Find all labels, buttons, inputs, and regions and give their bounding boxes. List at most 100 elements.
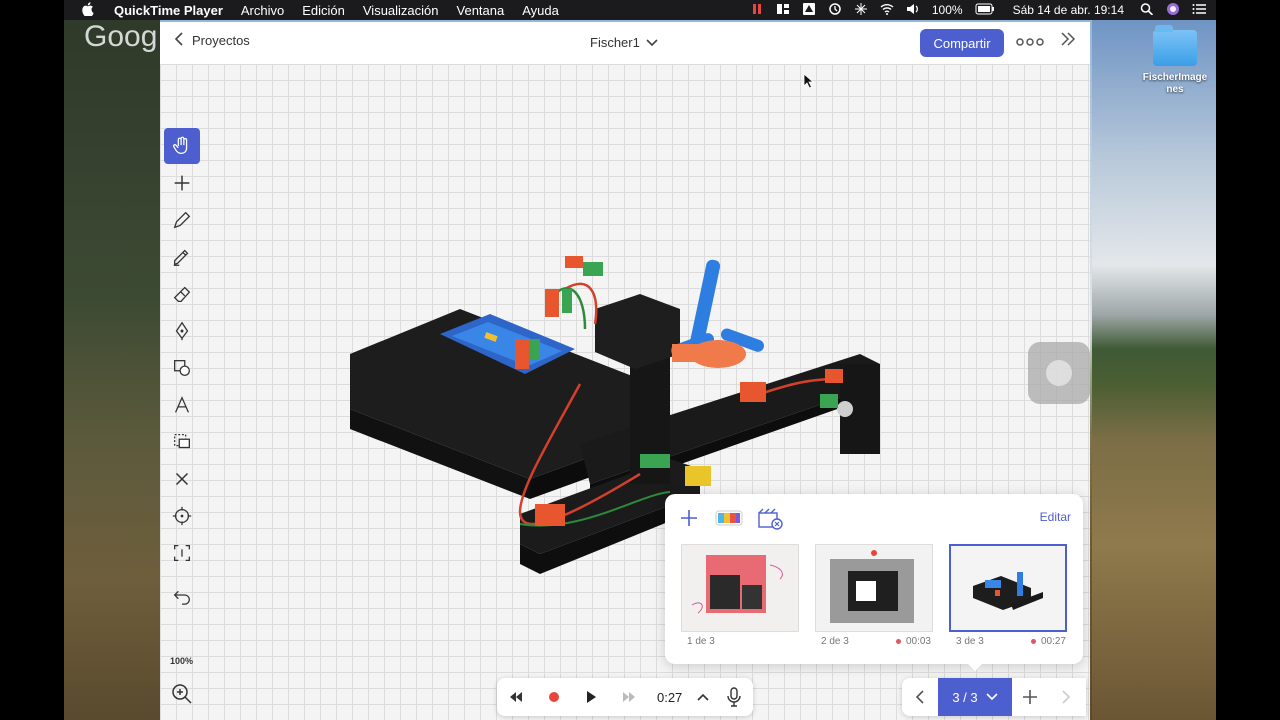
menu-ventana[interactable]: Ventana [457, 3, 505, 18]
share-button[interactable]: Compartir [920, 29, 1004, 57]
fast-forward-icon [622, 692, 635, 702]
video-background-left [64, 20, 160, 720]
menu-visualizacion[interactable]: Visualización [363, 3, 439, 18]
fast-forward-button[interactable] [610, 678, 648, 716]
battery-icon[interactable] [975, 3, 995, 18]
clock[interactable]: Sáb 14 de abr. 19:14 [1013, 3, 1124, 17]
spotlight-search-icon[interactable] [1140, 2, 1154, 18]
slide-preview-1 [682, 545, 798, 631]
hand-tool[interactable] [164, 128, 200, 164]
shapes-icon [174, 360, 190, 376]
record-button[interactable] [535, 678, 573, 716]
play-icon [587, 691, 597, 703]
back-button[interactable]: Proyectos [174, 32, 250, 49]
menu-ayuda[interactable]: Ayuda [522, 3, 559, 18]
previous-page-button[interactable] [902, 678, 938, 716]
play-button[interactable] [572, 678, 610, 716]
folder-icon [1153, 25, 1197, 66]
laser-pointer-tool[interactable] [164, 498, 200, 534]
video-background-right [1092, 20, 1216, 720]
add-tool[interactable] [164, 165, 200, 201]
volume-icon[interactable] [906, 3, 920, 18]
select-copy-icon [174, 434, 190, 449]
back-label: Proyectos [192, 33, 250, 48]
shapes-tool[interactable] [164, 350, 200, 386]
undo-icon [173, 590, 190, 605]
slide-label-3: 3 de 3 00:27 [956, 636, 1066, 647]
selection-icon [174, 545, 190, 561]
notification-center-icon[interactable] [1192, 3, 1206, 18]
delete-tool[interactable] [164, 461, 200, 497]
text-tool[interactable] [164, 387, 200, 423]
watermark: Goog [84, 20, 158, 53]
more-options-icon[interactable] [1016, 34, 1044, 50]
eraser-icon [173, 286, 191, 302]
menu-archivo[interactable]: Archivo [241, 3, 284, 18]
rewind-button[interactable] [497, 678, 535, 716]
document-title-menu[interactable]: Fischer1 [590, 35, 658, 50]
hand-icon [173, 136, 188, 154]
wifi-icon[interactable] [880, 3, 894, 18]
slide-settings-button[interactable] [757, 508, 783, 530]
edit-slides-link[interactable]: Editar [1040, 510, 1071, 524]
undo-tool[interactable] [164, 577, 200, 613]
plus-icon [174, 175, 190, 191]
marker-tool[interactable] [164, 239, 200, 275]
slide-thumbnail-1[interactable] [681, 544, 799, 632]
add-page-button[interactable] [1012, 678, 1048, 716]
chevron-left-icon [174, 32, 184, 49]
plus-icon [1023, 690, 1037, 704]
slide-label-1: 1 de 3 [687, 636, 715, 647]
mouse-cursor-icon [803, 73, 815, 94]
recording-dot-icon [895, 639, 901, 644]
eraser-tool[interactable] [164, 276, 200, 312]
folder-label: FischerImagenes [1142, 72, 1208, 95]
apple-menu-icon[interactable] [82, 1, 94, 19]
tool-sidebar [164, 128, 202, 614]
color-palette-icon [715, 510, 743, 526]
pencil-icon [173, 211, 191, 229]
playback-time: 0:27 [656, 689, 683, 705]
menu-edicion[interactable]: Edición [302, 3, 345, 18]
zoom-button[interactable] [170, 682, 196, 708]
slide-number: 2 de 3 [821, 636, 849, 647]
time-machine-icon[interactable] [828, 2, 842, 18]
add-slide-button[interactable] [679, 508, 703, 528]
close-icon [175, 472, 189, 486]
floating-action-button[interactable] [1028, 342, 1090, 404]
battery-level: 100% [931, 3, 963, 17]
app-window: Proyectos Fischer1 Compartir 100% Editar… [160, 22, 1090, 720]
document-title: Fischer1 [590, 35, 640, 50]
recording-icon[interactable] [750, 3, 764, 18]
next-page-button[interactable] [1048, 678, 1084, 716]
select-copy-tool[interactable] [164, 424, 200, 460]
drive-icon[interactable] [802, 2, 816, 18]
background-color-button[interactable] [715, 508, 743, 528]
screen: Goog QuickTime Player Archivo Edición Vi… [0, 0, 1280, 720]
microphone-icon [727, 687, 741, 707]
desktop-folder[interactable]: FischerImagenes [1140, 25, 1210, 96]
chevron-left-icon [915, 690, 924, 704]
slides-panel: Editar 1 de 3 2 de 3 00:03 3 de 3 00:27 [665, 494, 1083, 664]
microphone-button[interactable] [715, 678, 753, 716]
selection-tool[interactable] [164, 535, 200, 571]
slide-thumbnail-2[interactable] [815, 544, 933, 632]
timeline-toggle-button[interactable] [691, 678, 715, 716]
menu-bar: QuickTime Player Archivo Edición Visuali… [64, 0, 1216, 20]
window-grid-icon[interactable] [776, 3, 790, 18]
slide-duration: 00:03 [905, 636, 931, 647]
siri-icon[interactable] [1166, 2, 1180, 19]
playback-bar: 0:27 [497, 678, 753, 716]
slide-thumbnail-3[interactable] [949, 544, 1067, 632]
page-navigation: 3 / 3 [902, 678, 1086, 716]
pencil-tool[interactable] [164, 202, 200, 238]
double-chevron-right-icon[interactable] [1060, 32, 1076, 51]
page-indicator-text: 3 / 3 [952, 689, 978, 705]
pen-tool[interactable] [164, 313, 200, 349]
top-bar: Proyectos Fischer1 Compartir [160, 22, 1090, 64]
marker-icon [173, 249, 189, 266]
slide-duration: 00:27 [1040, 636, 1066, 647]
page-indicator[interactable]: 3 / 3 [938, 678, 1012, 716]
menu-app-name[interactable]: QuickTime Player [114, 3, 223, 18]
network-icon[interactable] [854, 2, 868, 18]
